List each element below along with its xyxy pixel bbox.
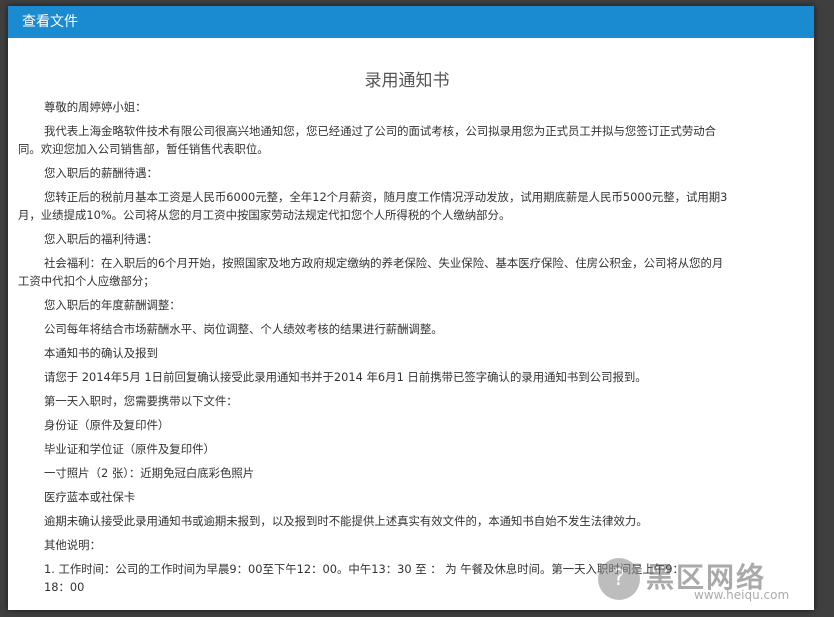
list-item: 医疗蓝本或社保卡	[44, 490, 136, 504]
list-item: 身份证（原件及复印件）	[44, 418, 170, 432]
heading-confirmation: 本通知书的确认及报到	[44, 346, 158, 360]
document-body: 录用通知书 尊敬的周婷婷小姐： 我代表上海金略软件技术有限公司很高兴地通知您，您…	[8, 38, 814, 599]
heading-other: 其他说明：	[44, 538, 101, 552]
paragraph-adjustment: 公司每年将结合市场薪酬水平、岗位调整、个人绩效考核的结果进行薪酬调整。	[44, 322, 443, 336]
salutation: 尊敬的周婷婷小姐：	[44, 100, 147, 114]
heading-benefits: 您入职后的福利待遇：	[44, 232, 158, 246]
window-title: 查看文件	[8, 6, 814, 38]
heading-adjustment: 您入职后的年度薪酬调整：	[44, 298, 181, 312]
watermark-url: www.heiqu.com	[694, 588, 790, 602]
list-item: 一寸照片（2 张）：近期免冠白底彩色照片	[44, 466, 255, 480]
heading-salary: 您入职后的薪酬待遇：	[44, 166, 158, 180]
heading-documents: 第一天入职时，您需要携带以下文件：	[44, 394, 238, 408]
document-viewer-window: 查看文件 录用通知书 尊敬的周婷婷小姐： 我代表上海金略软件技术有限公司很高兴地…	[8, 6, 814, 610]
document-title: 录用通知书	[364, 71, 450, 91]
paragraph-confirmation: 请您于 2014年5月 1日前回复确认接受此录用通知书并于2014 年6月1 日…	[44, 370, 647, 384]
list-item: 毕业证和学位证（原件及复印件）	[44, 442, 215, 456]
paragraph-expiry: 逾期未确认接受此录用通知书或逾期未报到，以及报到时不能提供上述真实有效文件的，本…	[44, 514, 648, 528]
watermark-logo: ? 黑区网络 www.heiqu.com	[598, 556, 808, 604]
watermark-icon: ?	[598, 558, 640, 600]
